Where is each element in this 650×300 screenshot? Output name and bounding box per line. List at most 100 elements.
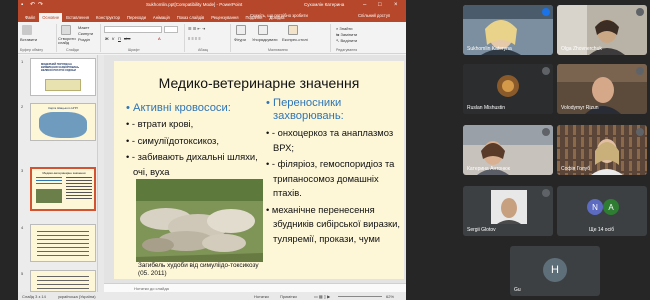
left-bullet-1: • - втрати крові, bbox=[126, 118, 194, 129]
underline-icon[interactable]: П bbox=[118, 36, 121, 41]
new-slide-button[interactable]: Створити слайд bbox=[58, 37, 76, 45]
participant-tile[interactable]: H Gu bbox=[510, 246, 600, 296]
quick-styles-icon[interactable] bbox=[288, 25, 298, 35]
strikethrough-icon[interactable]: abc bbox=[124, 36, 130, 41]
slide-thumbnails-pane: 1 МОДЕРНИЙ ПОГЛЯД НА ВИЯВЛЕННЯ ЗАХВОРЮВА… bbox=[18, 55, 98, 292]
title-bar: ▪ ↶ ↷ Sukhomlin.ppt[Compatibility Mode] … bbox=[18, 0, 406, 10]
save-icon[interactable]: ▪ bbox=[21, 1, 23, 9]
share-button[interactable]: Спільний доступ bbox=[358, 13, 390, 18]
minimize-icon[interactable]: – bbox=[363, 1, 366, 9]
quick-styles-button[interactable]: Експрес-стилі bbox=[282, 37, 308, 42]
right-bullet-header: • Переносники захворювань: bbox=[266, 97, 344, 122]
tab-home[interactable]: Основне bbox=[39, 13, 63, 22]
tell-me-search[interactable]: Скажіть, що потрібно зробити bbox=[250, 13, 308, 18]
replace-label: Замінити bbox=[340, 32, 358, 37]
paste-icon[interactable] bbox=[22, 25, 32, 35]
right-item-text: - онхоцеркоз та анаплазмоз ВРХ; bbox=[271, 127, 394, 153]
undo-icon[interactable]: ↶ bbox=[30, 1, 35, 9]
mic-off-icon bbox=[542, 189, 550, 197]
slide-thumbnail-2[interactable]: Карта Шацького НПП bbox=[30, 103, 96, 141]
participant-tile[interactable]: Ruslan Mishustin bbox=[463, 64, 553, 114]
arrange-icon[interactable] bbox=[258, 25, 268, 35]
slide-thumbnail-5[interactable] bbox=[30, 270, 96, 292]
right-bullet-3: • механічне перенесення збудників сибірс… bbox=[266, 203, 400, 244]
view-buttons[interactable]: ▭ ▦ ▯ ▶ bbox=[314, 294, 330, 299]
thumb-text-lines bbox=[37, 231, 89, 259]
zoom-slider[interactable] bbox=[338, 295, 382, 297]
tab-insert[interactable]: Вставлення bbox=[63, 13, 92, 22]
select-label: Виділити bbox=[340, 38, 358, 43]
mic-off-icon bbox=[636, 8, 644, 16]
user-name[interactable]: Сухомлін Катерина bbox=[304, 2, 344, 7]
tab-slideshow[interactable]: Показ слайдів bbox=[174, 13, 207, 22]
thumb-text-lines bbox=[37, 276, 89, 290]
group-clipboard-label: Буфер обміну bbox=[20, 48, 44, 52]
tab-design[interactable]: Конструктор bbox=[93, 13, 123, 22]
right-bullet-2: • - філяріоз, гемоспоридіоз та трипаносо… bbox=[266, 158, 395, 198]
layout-button[interactable]: Макет bbox=[78, 25, 89, 30]
participant-tile[interactable]: Катерина Антонюк bbox=[463, 125, 553, 175]
status-bar: Слайд 3 з 14 українська (Україна) Нотатк… bbox=[18, 292, 406, 300]
arrange-button[interactable]: Упорядкувати bbox=[252, 37, 278, 42]
participant-name: Volodymyr Rizun bbox=[561, 105, 599, 111]
participant-tile[interactable]: Olga Zhovnerchuk bbox=[557, 5, 647, 55]
font-name-box[interactable] bbox=[104, 26, 162, 33]
participant-name: Софія Голуб bbox=[561, 166, 591, 172]
shapes-button[interactable]: Фігури bbox=[234, 37, 246, 42]
paste-button[interactable]: Вставити bbox=[20, 37, 37, 42]
more-participants-count: Ще 14 осіб bbox=[589, 227, 615, 233]
maximize-icon[interactable]: □ bbox=[378, 1, 382, 9]
participant-tile[interactable]: Софія Голуб bbox=[557, 125, 647, 175]
zoom-level[interactable]: 62% bbox=[386, 294, 394, 299]
thumb-title: Карта Шацького НПП bbox=[48, 106, 78, 110]
find-button[interactable]: ⌕ Знайти bbox=[336, 26, 353, 31]
thumb-number: 5 bbox=[21, 271, 24, 276]
dead-cattle-photo bbox=[136, 179, 263, 262]
redo-icon[interactable]: ↷ bbox=[38, 1, 43, 9]
right-column: • Переносники захворювань: • - онхоцерко… bbox=[266, 97, 400, 246]
replace-button[interactable]: ⇆ Замінити bbox=[336, 32, 357, 37]
thumb-number: 2 bbox=[21, 104, 24, 109]
participant-tile[interactable]: Sukhomlin Kateryna bbox=[463, 5, 553, 55]
bold-icon[interactable]: Ж bbox=[105, 36, 109, 41]
tab-transitions[interactable]: Переходи bbox=[124, 13, 149, 22]
right-bullet-1: • - онхоцеркоз та анаплазмоз ВРХ; bbox=[266, 127, 394, 153]
close-icon[interactable]: × bbox=[394, 1, 398, 9]
font-size-box[interactable] bbox=[164, 26, 178, 33]
italic-icon[interactable]: К bbox=[112, 36, 114, 41]
mic-off-icon bbox=[542, 67, 550, 75]
reset-button[interactable]: Скинути bbox=[78, 31, 93, 36]
select-button[interactable]: ↖ Виділити bbox=[336, 38, 357, 43]
thumb-title: Медико-ветеринарне значення bbox=[42, 171, 86, 175]
tab-review[interactable]: Рецензування bbox=[208, 13, 241, 22]
bullets-icon[interactable]: ☰ ☰ ⇤ ⇥ bbox=[188, 26, 205, 31]
tab-file[interactable]: Файл bbox=[22, 13, 38, 22]
participant-avatar: N bbox=[587, 199, 603, 215]
group-slides-label: Слайди bbox=[66, 48, 79, 52]
participant-tile[interactable]: Volodymyr Rizun bbox=[557, 64, 647, 114]
right-item-text: - філяріоз, гемоспоридіоз та трипаносомо… bbox=[271, 158, 395, 198]
slide-canvas[interactable]: Медико-ветеринарне значення • Активні кр… bbox=[114, 61, 404, 279]
shapes-icon[interactable] bbox=[236, 25, 246, 35]
align-icons[interactable]: ≡ ≡ ≡ ≡ bbox=[188, 36, 201, 41]
participant-tile[interactable]: Sergii Glotov bbox=[463, 186, 553, 236]
participant-name: Gu bbox=[514, 287, 521, 293]
window-title: Sukhomlin.ppt[Compatibility Mode] - Powe… bbox=[146, 2, 243, 7]
slide-thumbnail-1[interactable]: МОДЕРНИЙ ПОГЛЯД НА ВИЯВЛЕННЯ ЗАХВОРЮВАНЬ… bbox=[30, 58, 96, 96]
left-item-text: - симуліїдотоксикоз, bbox=[131, 134, 219, 146]
participant-avatar: A bbox=[603, 199, 619, 215]
notes-pane[interactable]: Нотатки до слайда bbox=[104, 283, 406, 292]
language-status[interactable]: українська (Україна) bbox=[58, 294, 96, 299]
notes-toggle[interactable]: Нотатки bbox=[254, 294, 269, 299]
section-button[interactable]: Розділ bbox=[78, 37, 90, 42]
tab-animations[interactable]: Анімація bbox=[150, 13, 173, 22]
comments-toggle[interactable]: Примітки bbox=[280, 294, 297, 299]
new-slide-icon[interactable] bbox=[61, 25, 71, 35]
more-participants-tile[interactable]: N A Ще 14 осіб bbox=[557, 186, 647, 236]
slide-thumbnail-3[interactable]: Медико-ветеринарне значення bbox=[30, 167, 96, 211]
mic-off-icon bbox=[542, 128, 550, 136]
slide-title: Медико-ветеринарне значення bbox=[158, 75, 360, 91]
slide-thumbnail-4[interactable] bbox=[30, 224, 96, 262]
ribbon-tabs: Файл Основне Вставлення Конструктор Пере… bbox=[18, 10, 406, 22]
font-color-icon[interactable]: A bbox=[158, 36, 161, 41]
